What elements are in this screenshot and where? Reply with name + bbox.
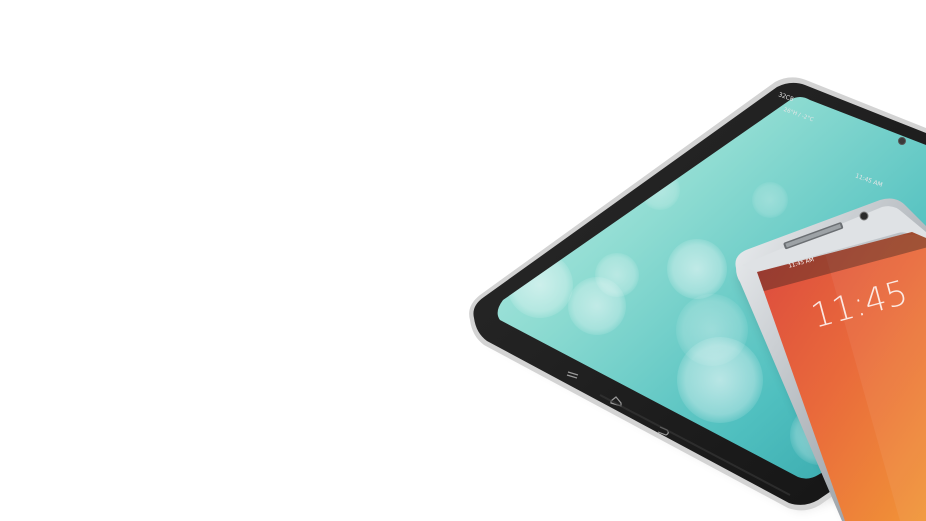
phone-camera xyxy=(859,211,869,221)
tablet-camera xyxy=(898,137,906,145)
scene: 32C8 26°H / -2°C 11:45 AM 11:45 AM 11:45 xyxy=(469,77,926,521)
